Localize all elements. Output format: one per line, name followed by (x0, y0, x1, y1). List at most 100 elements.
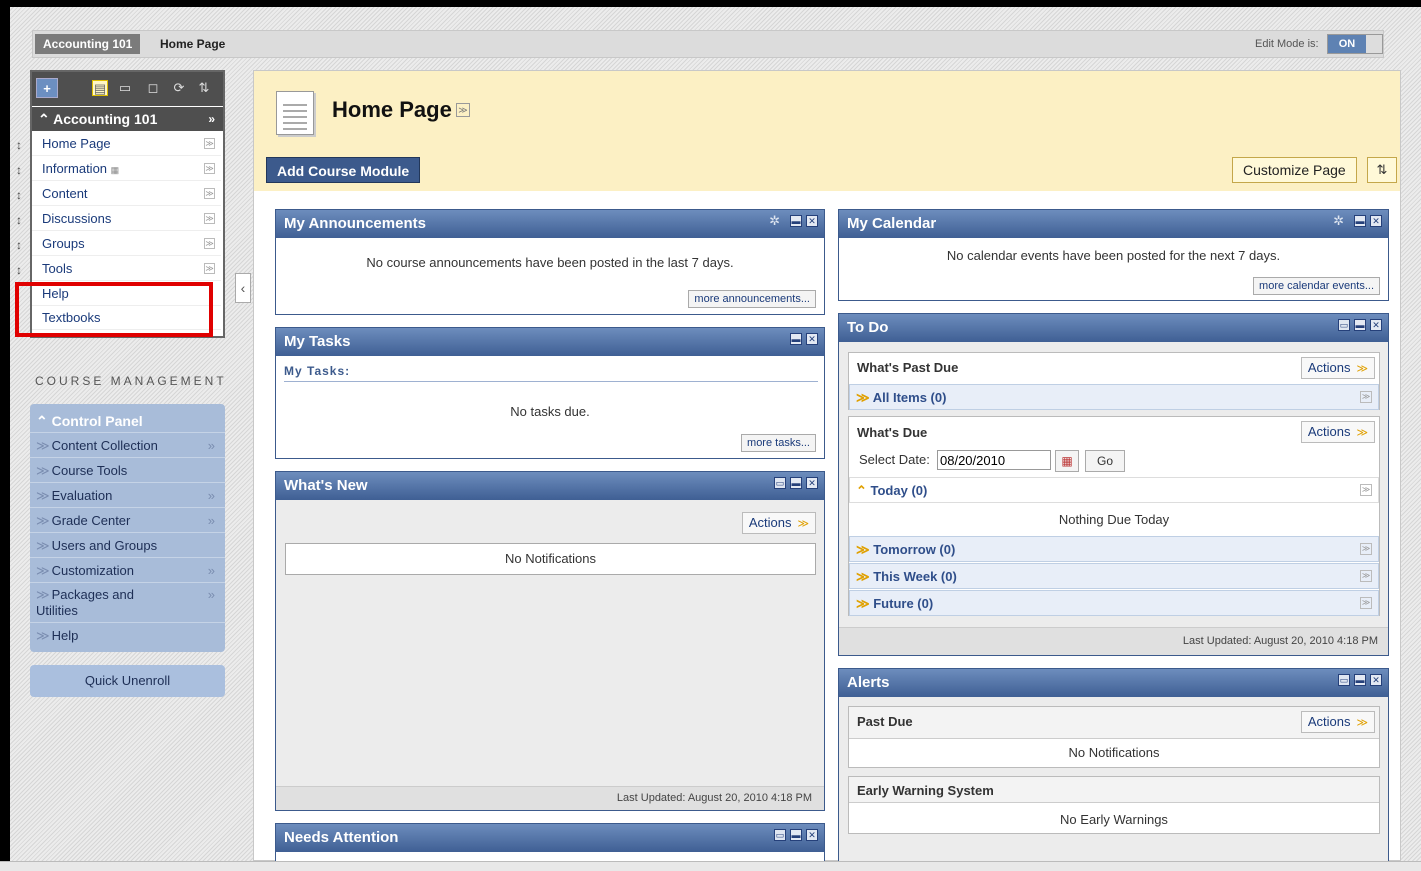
cp-item-help[interactable]: ≫ Help (30, 622, 225, 647)
chevron-down-icon[interactable]: ≫ (1360, 543, 1372, 555)
gear-icon[interactable]: ✲ (769, 213, 780, 229)
drag-handle-icon[interactable]: ↕ (14, 208, 24, 232)
future-row[interactable]: ≫ Future (0) ≫ (849, 590, 1379, 616)
chevron-down-icon[interactable]: ≫ (1360, 597, 1372, 609)
quick-unenroll-button[interactable]: Quick Unenroll (30, 665, 225, 697)
more-announcements-button[interactable]: more announcements... (688, 290, 816, 308)
date-input[interactable] (937, 450, 1051, 470)
popout-icon[interactable]: ▭ (774, 477, 786, 489)
go-button[interactable]: Go (1085, 450, 1125, 472)
module-title[interactable]: My Calendar (839, 210, 1388, 238)
minimize-icon[interactable]: ▬ (790, 477, 802, 489)
chevron-down-icon[interactable]: ≫ (204, 163, 215, 174)
customize-page-button[interactable]: Customize Page (1232, 157, 1357, 183)
reorder-icon[interactable]: ⇅ (1367, 157, 1397, 183)
cp-item-customization[interactable]: ≫ Customization » (30, 557, 225, 582)
chevron-down-icon[interactable]: ≫ (1360, 484, 1372, 496)
minimize-icon[interactable]: ▬ (1354, 319, 1366, 331)
popout-icon[interactable]: ▭ (1338, 674, 1350, 686)
today-row[interactable]: ⌃ Today (0) ≫ (849, 477, 1379, 503)
module-title[interactable]: Needs Attention (276, 824, 824, 852)
course-menu-header[interactable]: ⌃ Accounting 101 » (32, 107, 223, 131)
menu-item-label: Information (42, 161, 108, 176)
breadcrumb-course[interactable]: Accounting 101 (35, 34, 141, 54)
reorder-icon[interactable]: ⇅ (196, 80, 212, 96)
whats-new-module: What's New ▭ ▬ ✕ Actions ≫ No Notificatio… (275, 471, 825, 811)
close-icon[interactable]: ✕ (806, 215, 818, 227)
chevron-down-icon: ≫ (1356, 717, 1368, 729)
chevron-down-icon[interactable]: ≫ (204, 213, 215, 224)
actions-button[interactable]: Actions ≫ (1300, 711, 1375, 733)
chevron-down-icon[interactable]: ≫ (1360, 391, 1372, 403)
menu-item-content[interactable]: Content ≫ (32, 182, 221, 206)
drag-handle-icon[interactable]: ↕ (14, 183, 24, 207)
new-window-icon[interactable]: ◻ (145, 80, 161, 96)
menu-item-information[interactable]: Information ▦ ≫ (32, 157, 221, 181)
cp-item-packages-and-utilities[interactable]: ≫ Packages and Utilities » (30, 582, 225, 622)
all-items-row[interactable]: ≫ All Items (0) ≫ (849, 384, 1379, 410)
last-updated: Last Updated: August 20, 2010 4:18 PM (616, 792, 812, 804)
drag-handle-icon[interactable]: ↕ (14, 233, 24, 257)
close-icon[interactable]: ✕ (806, 477, 818, 489)
menu-item-groups[interactable]: Groups ≫ (32, 232, 221, 256)
close-icon[interactable]: ✕ (806, 829, 818, 841)
folder-view-icon[interactable]: ▭ (117, 80, 133, 96)
module-title[interactable]: My Tasks (276, 328, 824, 356)
module-title[interactable]: Alerts (839, 669, 1388, 697)
list-view-icon[interactable]: ▤ (92, 80, 108, 96)
close-icon[interactable]: ✕ (1370, 215, 1382, 227)
gear-icon[interactable]: ✲ (1333, 213, 1344, 229)
edit-mode-toggle[interactable]: ON (1327, 34, 1383, 54)
cp-item-course-tools[interactable]: ≫ Course Tools (30, 457, 225, 482)
drag-handle-icon[interactable]: ↕ (14, 158, 24, 182)
minimize-icon[interactable]: ▬ (790, 215, 802, 227)
status-bar (0, 861, 1421, 871)
past-due-heading: Past Due (857, 714, 913, 729)
popout-icon[interactable]: ▭ (1338, 319, 1350, 331)
calendar-icon[interactable]: ▦ (1055, 450, 1079, 472)
drag-handle-icon[interactable]: ↕ (14, 258, 24, 282)
popout-icon[interactable]: ▭ (774, 829, 786, 841)
cp-item-evaluation[interactable]: ≫ Evaluation » (30, 482, 225, 507)
close-icon[interactable]: ✕ (1370, 319, 1382, 331)
actions-button[interactable]: Actions ≫ (1300, 421, 1375, 443)
collapse-arrow-icon[interactable]: » (208, 107, 215, 131)
more-tasks-button[interactable]: more tasks... (741, 434, 816, 452)
menu-item-home-page[interactable]: Home Page ≫ (32, 132, 221, 156)
chevron-down-icon[interactable]: ≫ (1360, 570, 1372, 582)
caret-up-icon: ⌃ (38, 111, 54, 127)
close-icon[interactable]: ✕ (806, 333, 818, 345)
minimize-icon[interactable]: ▬ (1354, 215, 1366, 227)
tomorrow-row[interactable]: ≫ Tomorrow (0) ≫ (849, 536, 1379, 562)
minimize-icon[interactable]: ▬ (790, 829, 802, 841)
menu-item-discussions[interactable]: Discussions ≫ (32, 207, 221, 231)
drag-handle-icon[interactable]: ↕ (14, 133, 24, 157)
minimize-icon[interactable]: ▬ (790, 333, 802, 345)
chevron-down-icon[interactable]: ≫ (456, 103, 470, 117)
module-title[interactable]: My Announcements (276, 210, 824, 238)
add-menu-item-button[interactable]: + (36, 78, 58, 98)
cp-item-users-and-groups[interactable]: ≫ Users and Groups (30, 532, 225, 557)
module-title[interactable]: What's New (276, 472, 824, 500)
refresh-icon[interactable]: ⟳ (171, 80, 187, 96)
menu-item-tools[interactable]: Tools ≫ (32, 257, 221, 281)
minimize-icon[interactable]: ▬ (1354, 674, 1366, 686)
cp-item-label: Evaluation (51, 488, 113, 503)
chevron-down-icon[interactable]: ≫ (204, 263, 215, 274)
actions-button[interactable]: Actions ≫ (1300, 357, 1375, 379)
chevron-down-icon[interactable]: ≫ (204, 188, 215, 199)
chevron-down-icon[interactable]: ≫ (204, 138, 215, 149)
more-calendar-events-button[interactable]: more calendar events... (1253, 277, 1380, 295)
add-course-module-button[interactable]: Add Course Module (266, 157, 421, 183)
close-icon[interactable]: ✕ (1370, 674, 1382, 686)
cp-item-content-collection[interactable]: ≫ Content Collection » (30, 432, 225, 457)
control-panel-header[interactable]: ⌃ Control Panel (30, 409, 225, 433)
early-warning-heading: Early Warning System (857, 783, 994, 798)
module-title[interactable]: To Do (839, 314, 1388, 342)
course-management-heading: COURSE MANAGEMENT (35, 374, 227, 388)
collapse-menu-button[interactable]: ‹ (235, 273, 251, 303)
chevron-down-icon[interactable]: ≫ (204, 238, 215, 249)
actions-button[interactable]: Actions ≫ (741, 512, 816, 534)
this-week-row[interactable]: ≫ This Week (0) ≫ (849, 563, 1379, 589)
cp-item-grade-center[interactable]: ≫ Grade Center » (30, 507, 225, 532)
